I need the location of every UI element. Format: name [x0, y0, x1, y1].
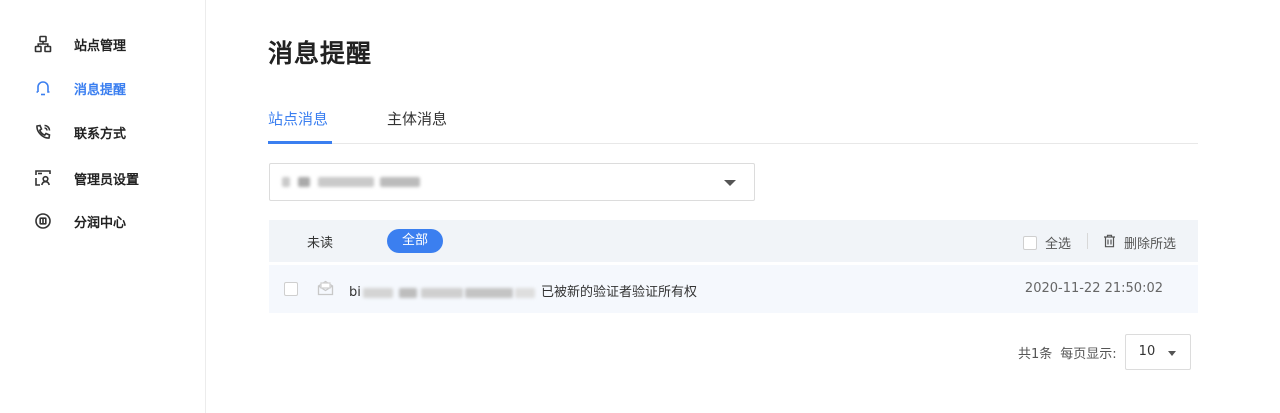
trash-icon — [1103, 234, 1116, 252]
site-select-value — [282, 174, 421, 189]
sidebar-item-label: 分润中心 — [74, 215, 127, 231]
message-row[interactable]: bi 已被新的验证者验证所有权 2020-11-22 21:50:02 — [269, 265, 1198, 313]
sidebar-item-label: 联系方式 — [74, 126, 127, 142]
divider — [1087, 233, 1088, 249]
sidebar-item-label: 消息提醒 — [74, 82, 127, 98]
select-all-checkbox[interactable] — [1023, 235, 1037, 250]
tab-site-messages[interactable]: 站点消息 — [268, 108, 328, 129]
message-body: 已被新的验证者验证所有权 — [541, 285, 698, 300]
select-all[interactable]: 全选 — [1023, 233, 1071, 252]
delete-selected-button[interactable]: 删除所选 — [1103, 233, 1176, 252]
delete-selected-label: 删除所选 — [1124, 237, 1177, 252]
envelope-open-icon — [317, 280, 334, 300]
message-timestamp: 2020-11-22 21:50:02 — [1024, 281, 1163, 296]
sidebar-item-admin-settings[interactable]: 管理员设置 — [34, 167, 139, 189]
site-select[interactable] — [269, 163, 755, 201]
page-size-select[interactable]: 10 — [1124, 334, 1191, 370]
chevron-down-icon — [724, 180, 736, 186]
phone-icon — [34, 123, 52, 141]
sidebar-item-label: 管理员设置 — [74, 172, 140, 188]
filter-unread[interactable]: 未读 — [307, 232, 333, 251]
sidebar-item-notifications[interactable]: 消息提醒 — [34, 77, 126, 99]
sidebar-item-label: 站点管理 — [74, 38, 127, 54]
sidebar-item-contact[interactable]: 联系方式 — [34, 121, 126, 143]
pagination: 共1条 每页显示: 10 — [1018, 334, 1191, 370]
page-size-value: 10 — [1138, 344, 1156, 359]
tab-bar: 站点消息 主体消息 — [268, 106, 1198, 144]
active-tab-indicator — [268, 141, 332, 144]
sitemap-icon — [34, 35, 52, 53]
page-title: 消息提醒 — [268, 39, 373, 68]
filter-all[interactable]: 全部 — [387, 229, 443, 253]
row-checkbox[interactable] — [284, 282, 298, 296]
sidebar-item-site-management[interactable]: 站点管理 — [34, 33, 126, 55]
sidebar: 站点管理 消息提醒 联系方式 管理员设置 分润中心 — [0, 0, 206, 413]
pagination-per-page-label: 每页显示: — [1060, 346, 1117, 362]
pagination-total: 共1条 — [1018, 346, 1053, 362]
sidebar-item-profit-center[interactable]: 分润中心 — [34, 210, 126, 232]
bell-icon — [34, 79, 52, 97]
tab-entity-messages[interactable]: 主体消息 — [387, 108, 447, 129]
select-all-label: 全选 — [1045, 237, 1072, 252]
message-filter-bar: 未读 全部 全选 删除所选 — [269, 220, 1198, 262]
message-text: bi 已被新的验证者验证所有权 — [349, 281, 697, 300]
caret-down-icon — [1167, 351, 1176, 356]
admin-icon — [34, 169, 52, 187]
profit-icon — [34, 212, 52, 230]
message-sender-prefix: bi — [349, 285, 361, 300]
